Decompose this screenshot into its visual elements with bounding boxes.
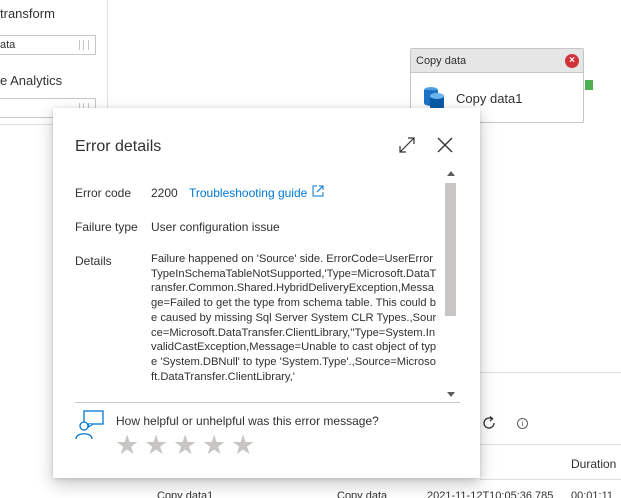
star-rating-4-icon[interactable]: ★ xyxy=(202,430,231,460)
output-table-header-border xyxy=(480,479,621,480)
info-icon[interactable]: i xyxy=(517,418,528,429)
error-badge-icon[interactable]: × xyxy=(565,54,579,68)
feedback-person-icon xyxy=(75,410,104,440)
sidebar-filter-input[interactable]: ata xyxy=(0,35,96,55)
feedback-divider xyxy=(75,402,460,403)
close-icon[interactable] xyxy=(435,135,455,155)
failure-type-value: User configuration issue xyxy=(151,220,280,234)
activity-output-port[interactable] xyxy=(585,80,593,90)
star-rating-2-icon[interactable]: ★ xyxy=(144,430,173,460)
dialog-title: Error details xyxy=(75,138,162,155)
drag-handle-icon[interactable] xyxy=(79,40,89,50)
sidebar-heading-transform[interactable]: transform xyxy=(0,6,55,21)
scrollbar-thumb[interactable] xyxy=(445,183,456,316)
scroll-down-arrow-icon[interactable] xyxy=(447,392,455,397)
error-details-content[interactable]: Error code 2200 Troubleshooting guide Fa… xyxy=(53,168,480,400)
external-link-icon[interactable] xyxy=(312,185,324,197)
factory-resources-sidebar: transform ata e Analytics xyxy=(0,0,108,125)
output-row-run-start: 2021-11-12T10:05:36.785 xyxy=(427,490,554,498)
feedback-question: How helpful or unhelpful was this error … xyxy=(116,414,379,428)
output-row-activity-name[interactable]: Copy data1 xyxy=(157,490,213,498)
expand-icon[interactable] xyxy=(397,135,417,155)
details-label: Details xyxy=(75,254,112,268)
activity-name: Copy data1 xyxy=(456,91,523,106)
sidebar-filter-value: ata xyxy=(0,39,16,51)
refresh-icon[interactable] xyxy=(481,415,497,431)
troubleshooting-guide-link[interactable]: Troubleshooting guide xyxy=(189,186,307,200)
error-code-value: 2200 xyxy=(151,186,178,200)
output-table-top-border xyxy=(480,444,621,445)
scroll-up-arrow-icon[interactable] xyxy=(447,171,455,176)
details-scrollbar[interactable] xyxy=(443,168,458,400)
error-code-label: Error code xyxy=(75,186,132,200)
output-row-duration: 00:01:11 xyxy=(571,490,614,498)
output-row-activity-type: Copy data xyxy=(337,490,388,498)
star-rating-3-icon[interactable]: ★ xyxy=(173,430,202,460)
output-panel-divider xyxy=(480,372,621,373)
sidebar-heading-analytics[interactable]: e Analytics xyxy=(0,73,62,88)
rating-stars[interactable]: ★ ★ ★ ★ ★ xyxy=(115,430,260,460)
star-rating-5-icon[interactable]: ★ xyxy=(231,430,260,460)
failure-type-label: Failure type xyxy=(75,220,138,234)
error-details-text: Failure happened on 'Source' side. Error… xyxy=(151,253,437,383)
error-details-dialog: Error details Error code 2200 Troublesho… xyxy=(53,108,480,478)
column-header-duration[interactable]: Duration xyxy=(571,457,616,471)
star-rating-1-icon[interactable]: ★ xyxy=(115,430,144,460)
activity-type-label: Copy data xyxy=(411,49,583,73)
